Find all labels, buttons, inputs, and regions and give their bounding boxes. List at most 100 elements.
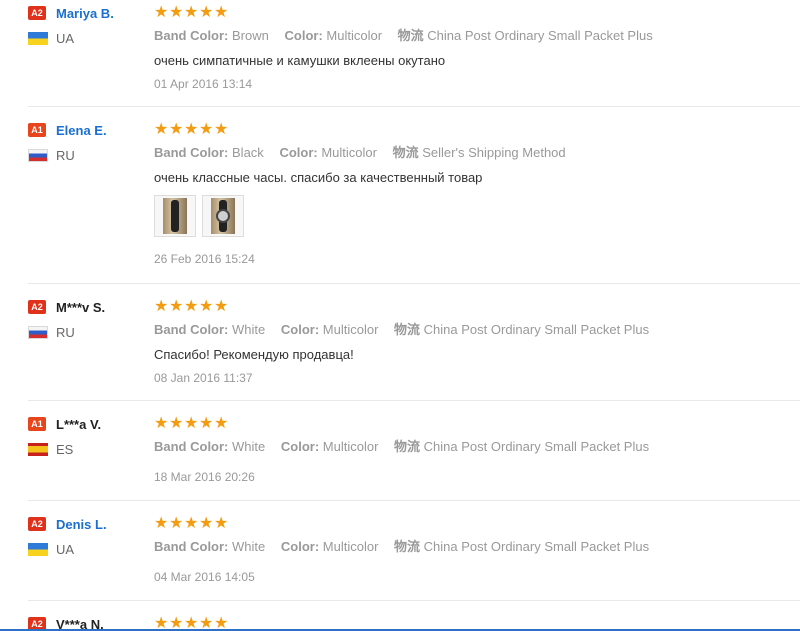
- star-icon: ★: [154, 4, 169, 21]
- attr-value: China Post Ordinary Small Packet Plus: [427, 28, 653, 43]
- review-date: 08 Jan 2016 11:37: [154, 371, 253, 385]
- buyer-level-badge: A1: [28, 417, 46, 431]
- review-date: 26 Feb 2016 15:24: [154, 252, 255, 266]
- reviewer-name-link[interactable]: Denis L.: [56, 517, 107, 532]
- reviewer-info: A2 Mariya B. UA: [28, 4, 148, 46]
- country-code: UA: [56, 30, 75, 46]
- buyer-level-badge: A2: [28, 617, 46, 629]
- attr-value: Seller's Shipping Method: [422, 145, 566, 160]
- review-item: A2 Denis L. UA ★ ★ ★ ★ ★ Band Color: White C…: [0, 515, 800, 600]
- attr-value: Multicolor: [321, 145, 377, 160]
- attr-value: Brown: [232, 28, 269, 43]
- buyer-level-badge: A2: [28, 6, 46, 20]
- star-icon: ★: [169, 121, 184, 138]
- attr-value: Multicolor: [322, 439, 379, 454]
- star-icon: ★: [199, 298, 214, 315]
- reviewer-info: A2 M***v S. RU: [28, 298, 148, 340]
- star-icon: ★: [154, 121, 169, 138]
- star-icon: ★: [214, 4, 229, 21]
- country-code: ES: [56, 441, 74, 457]
- reviewer-name: L***a V.: [56, 416, 102, 432]
- attr-label: Band Color:: [154, 539, 229, 554]
- divider: [28, 283, 800, 284]
- review-text: Спасибо! Рекомендую продавца!: [154, 347, 354, 362]
- review-photos: [154, 195, 794, 237]
- star-rating: ★ ★ ★ ★ ★: [154, 515, 794, 533]
- country-code: UA: [56, 541, 75, 557]
- reviewer-info: A2 V***a N.: [28, 615, 148, 629]
- reviewer-info: A1 Elena E. RU: [28, 121, 148, 163]
- star-icon: ★: [184, 415, 199, 432]
- order-attributes: Band Color: Black Color: Multicolor 物流 S…: [154, 145, 794, 161]
- review-text: очень классные часы. спасибо за качестве…: [154, 170, 483, 185]
- country-flag-icon: [28, 542, 48, 556]
- star-rating: ★ ★ ★ ★ ★: [154, 298, 794, 316]
- review-body: ★ ★ ★ ★ ★ Band Color: White Color: Multicolo…: [154, 515, 794, 585]
- star-icon: ★: [214, 615, 229, 630]
- buyer-level-badge: A2: [28, 517, 46, 531]
- review-date: 01 Apr 2016 13:14: [154, 77, 253, 91]
- country-flag-icon: [28, 31, 48, 45]
- star-icon: ★: [154, 615, 169, 630]
- review-item: A2 V***a N. ★ ★ ★ ★ ★: [0, 615, 800, 629]
- attr-value: China Post Ordinary Small Packet Plus: [423, 322, 650, 337]
- star-icon: ★: [214, 298, 229, 315]
- star-rating: ★ ★ ★ ★ ★: [154, 415, 794, 433]
- attr-label: Color:: [279, 145, 318, 160]
- star-icon: ★: [199, 615, 214, 630]
- star-icon: ★: [154, 298, 169, 315]
- order-attributes: Band Color: White Color: Multicolor 物流 C…: [154, 439, 794, 455]
- star-rating: ★ ★ ★ ★ ★: [154, 121, 794, 139]
- star-icon: ★: [169, 615, 184, 630]
- review-item: A2 Mariya B. UA ★ ★ ★ ★ ★ Band Color: Brown …: [0, 4, 800, 104]
- attr-value: Multicolor: [322, 539, 379, 554]
- country-flag-icon: [28, 325, 48, 339]
- star-icon: ★: [199, 4, 214, 21]
- attr-value: White: [232, 439, 266, 454]
- star-icon: ★: [199, 121, 214, 138]
- attr-label: Band Color:: [154, 322, 229, 337]
- country-flag-icon: [28, 442, 48, 456]
- attr-label: 物流: [397, 28, 424, 43]
- star-rating: ★ ★ ★ ★ ★: [154, 615, 794, 630]
- star-icon: ★: [214, 415, 229, 432]
- reviewer-info: A2 Denis L. UA: [28, 515, 148, 557]
- country-flag-icon: [28, 148, 48, 162]
- reviewer-name: M***v S.: [56, 299, 106, 315]
- country-code: RU: [56, 324, 75, 340]
- star-rating: ★ ★ ★ ★ ★: [154, 4, 794, 22]
- review-body: ★ ★ ★ ★ ★ Band Color: White Color: Multicolo…: [154, 415, 794, 485]
- star-icon: ★: [184, 515, 199, 532]
- review-photo-thumbnail[interactable]: [202, 195, 244, 237]
- buyer-level-badge: A2: [28, 300, 46, 314]
- reviewer-info: A1 L***a V. ES: [28, 415, 148, 457]
- review-photo-thumbnail[interactable]: [154, 195, 196, 237]
- star-icon: ★: [214, 121, 229, 138]
- attr-label: 物流: [394, 322, 421, 337]
- star-icon: ★: [214, 515, 229, 532]
- review-body: ★ ★ ★ ★ ★: [154, 615, 794, 630]
- star-icon: ★: [184, 298, 199, 315]
- attr-value: Multicolor: [326, 28, 383, 43]
- star-icon: ★: [199, 415, 214, 432]
- divider: [28, 106, 800, 107]
- attr-label: 物流: [394, 539, 421, 554]
- reviewer-name-link[interactable]: Elena E.: [56, 123, 107, 138]
- star-icon: ★: [184, 121, 199, 138]
- review-body: ★ ★ ★ ★ ★ Band Color: White Color: Multicolo…: [154, 298, 794, 386]
- divider: [28, 500, 800, 501]
- attr-label: 物流: [392, 145, 419, 160]
- attr-label: Color:: [280, 322, 320, 337]
- review-date: 04 Mar 2016 14:05: [154, 570, 255, 584]
- attr-value: White: [232, 322, 266, 337]
- reviewer-name-link[interactable]: Mariya B.: [56, 6, 114, 21]
- divider: [28, 400, 800, 401]
- attr-label: Band Color:: [154, 439, 229, 454]
- review-item: A1 L***a V. ES ★ ★ ★ ★ ★ Band Color: White C…: [0, 415, 800, 500]
- attr-label: Color:: [280, 439, 320, 454]
- attr-value: Multicolor: [322, 322, 379, 337]
- review-text: очень симпатичные и камушки вклеены окут…: [154, 53, 446, 68]
- reviewer-name: V***a N.: [56, 616, 104, 630]
- attr-label: Color:: [280, 539, 320, 554]
- review-body: ★ ★ ★ ★ ★ Band Color: Black Color: Multicolo…: [154, 121, 794, 267]
